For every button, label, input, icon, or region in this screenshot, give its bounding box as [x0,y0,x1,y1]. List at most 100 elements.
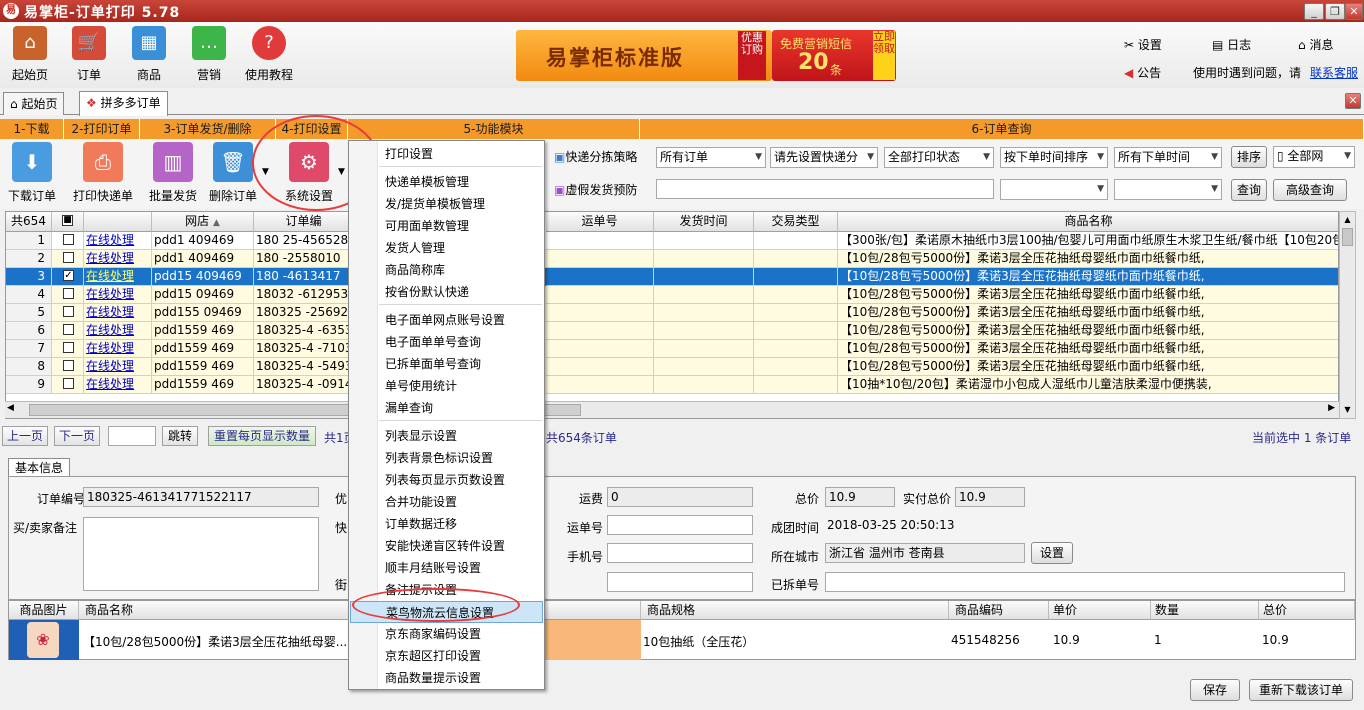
grid-product-header[interactable]: 商品名称 [838,212,1338,232]
menu-item[interactable]: 商品简称库 [350,259,543,281]
menu-item[interactable]: 合并功能设置 [350,491,543,513]
extra-filter-select-1[interactable]: ▼ [1000,179,1108,200]
phone-field[interactable] [607,543,753,563]
online-process-link[interactable]: 在线处理 [86,269,134,283]
search-input[interactable] [656,179,994,199]
toolbar-order-button[interactable]: 🛒 订单 [59,26,119,83]
city-settings-button[interactable]: 设置 [1031,542,1073,564]
tab-start-page[interactable]: ⌂ 起始页 [3,92,65,115]
redownload-order-button[interactable]: 重新下载该订单 [1249,679,1353,701]
city-field[interactable]: 浙江省 温州市 苍南县 [825,543,1025,563]
page-number-input[interactable] [108,426,156,446]
order-time-select[interactable]: 所有下单时间 ▼ [1114,147,1222,168]
menu-item[interactable]: 电子面单单号查询 [350,331,543,353]
table-row[interactable]: 8 在线处理 pdd1559 469 180325-4 -54939 【10包/28包亏… [6,358,1338,376]
freight-field[interactable]: 0 [607,487,753,507]
toolbar-marketing-button[interactable]: … 营销 [179,26,239,83]
log-link[interactable]: ▤ 日志 [1212,36,1251,53]
menu-item[interactable]: 列表显示设置 [350,425,543,447]
menu-item[interactable]: 安能快递盲区转件设置 [350,535,543,557]
print-status-select[interactable]: 全部打印状态 ▼ [884,147,994,168]
waybill-field[interactable] [607,515,753,535]
menu-item[interactable]: 电子面单网点账号设置 [350,309,543,331]
online-process-link[interactable]: 在线处理 [86,287,134,301]
menu-item[interactable]: 订单数据迁移 [350,513,543,535]
table-row[interactable]: 5 在线处理 pdd155 09469 180325 -256924 【10包/28包亏… [6,304,1338,322]
table-row[interactable]: 2 在线处理 pdd1 409469 180 -2558010 【10包/28包亏500… [6,250,1338,268]
grid-horizontal-scrollbar[interactable]: ◀ ▶ [5,401,1339,418]
grid-order-header[interactable]: 订单编 [254,212,354,232]
grid-vertical-scrollbar[interactable]: ▲ ▼ [1339,211,1356,419]
row-checkbox[interactable]: ✓ [52,268,84,286]
menu-item[interactable]: 单号使用统计 [350,375,543,397]
download-order-button[interactable]: ⬇ 下载订单 [1,142,63,204]
menu-item[interactable]: 列表背景色标识设置 [350,447,543,469]
extra-filter-select-2[interactable]: ▼ [1114,179,1222,200]
toolbar-home-button[interactable]: ⌂ 起始页 [0,26,60,83]
order-no-field[interactable]: 180325-461341771522117 [83,487,319,507]
print-express-button[interactable]: ⎙ 打印快递单 [71,142,135,204]
menu-item[interactable]: 已拆单面单号查询 [350,353,543,375]
close-tab-button[interactable]: ✕ [1345,93,1361,109]
grid-shop-header[interactable]: 网店 ▲ [152,212,254,232]
row-checkbox[interactable] [52,322,84,340]
total-field[interactable]: 10.9 [825,487,895,507]
remark-field[interactable] [83,517,319,591]
settings-link[interactable]: ✂ 设置 [1124,36,1162,53]
table-row[interactable]: 6 在线处理 pdd1559 469 180325-4 -63535 【10包/28包亏… [6,322,1338,340]
row-checkbox[interactable] [52,358,84,376]
online-process-link[interactable]: 在线处理 [86,251,134,265]
standard-edition-banner[interactable]: 易掌柜标准版 优惠订购 [516,30,772,81]
row-checkbox[interactable] [52,286,84,304]
paid-field[interactable]: 10.9 [955,487,1025,507]
menu-item[interactable]: 商品数量提示设置 [350,667,543,689]
row-checkbox[interactable] [52,376,84,394]
menu-item[interactable]: 京东商家编码设置 [350,623,543,645]
grid-tradetype-header[interactable]: 交易类型 [754,212,838,232]
grid-shiptime-header[interactable]: 发货时间 [654,212,754,232]
menu-item[interactable]: 京东超区打印设置 [350,645,543,667]
table-row[interactable]: 1 在线处理 pdd1 409469 180 25-4565282 【300张/包】柔诺… [6,232,1338,250]
sort-button[interactable]: 排序 [1231,146,1267,168]
street-field[interactable] [607,572,753,592]
menu-item[interactable]: 打印设置 [350,143,543,165]
scroll-right-icon[interactable]: ▶ [1328,403,1335,413]
menu-item[interactable]: 漏单查询 [350,397,543,419]
split-no-field[interactable] [825,572,1345,592]
notice-link[interactable]: ◀ 公告 [1124,64,1161,81]
grid-waybill-header[interactable]: 运单号 [546,212,654,232]
menu-item[interactable]: 发/提货单模板管理 [350,193,543,215]
online-process-link[interactable]: 在线处理 [86,323,134,337]
online-process-link[interactable]: 在线处理 [86,341,134,355]
toolbar-product-button[interactable]: ▦ 商品 [119,26,179,83]
table-row[interactable]: 7 在线处理 pdd1559 469 180325-4 -71033 【10包/28包亏… [6,340,1338,358]
batch-ship-button[interactable]: ▥ 批量发货 [142,142,204,204]
table-row[interactable]: 3 ✓ 在线处理 pdd15 409469 180 -4613417 【10包/28包亏5… [6,268,1338,286]
message-link[interactable]: ⌂ 消息 [1298,36,1333,53]
sort-by-select[interactable]: 按下单时间排序 ▼ [1000,147,1108,168]
online-process-link[interactable]: 在线处理 [86,359,134,373]
menu-item[interactable]: 按省份默认快递 [350,281,543,303]
advanced-query-button[interactable]: 高级查询 [1273,179,1347,201]
order-filter-select[interactable]: 所有订单 ▼ [656,147,766,168]
tab-basic-info[interactable]: 基本信息 [8,458,71,477]
scroll-down-icon[interactable]: ▼ [1340,402,1355,418]
save-button[interactable]: 保存 [1190,679,1240,701]
sms-banner[interactable]: 免费营销短信 20 条 立即领取 [772,30,896,81]
reset-page-size-button[interactable]: 重置每页显示数量 [208,426,316,446]
menu-item[interactable]: 发货人管理 [350,237,543,259]
minimize-button[interactable]: _ [1304,3,1324,20]
toolbar-help-button[interactable]: ? 使用教程 [239,26,299,83]
contact-link[interactable]: 联系客服 [1310,64,1358,81]
menu-item[interactable]: 顺丰月结账号设置 [350,557,543,579]
query-button[interactable]: 查询 [1231,179,1267,201]
row-checkbox[interactable] [52,250,84,268]
next-page-button[interactable]: 下一页 [54,426,100,446]
scroll-up-icon[interactable]: ▲ [1340,212,1355,228]
tab-pdd-orders[interactable]: ❖ 拼多多订单 [79,91,168,116]
menu-item[interactable]: 列表每页显示页数设置 [350,469,543,491]
online-process-link[interactable]: 在线处理 [86,305,134,319]
prev-page-button[interactable]: 上一页 [2,426,48,446]
row-checkbox[interactable] [52,232,84,250]
express-filter-select[interactable]: 请先设置快递分 ▼ [770,147,878,168]
